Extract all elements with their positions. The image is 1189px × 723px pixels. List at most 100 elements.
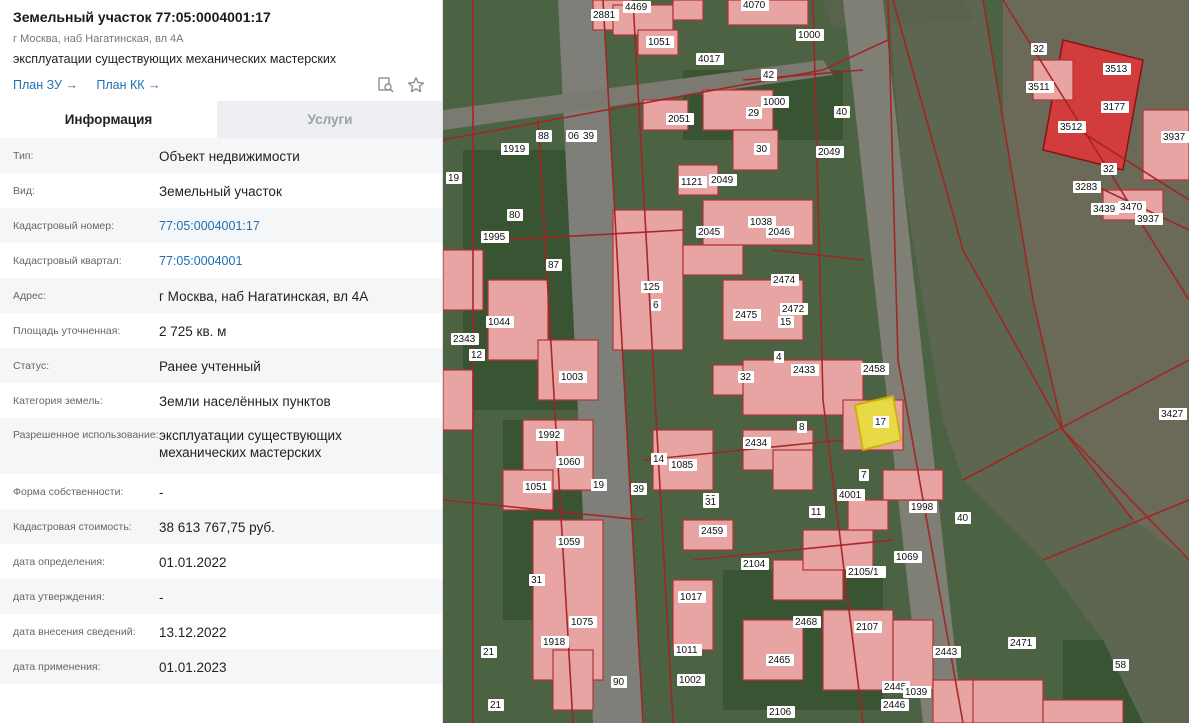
parcel-number-label: 3470 [1120, 202, 1143, 213]
parcel-number-label: 31 [531, 575, 543, 586]
building-parcel [972, 679, 1044, 723]
info-row: Статус: Ранее учтенный [0, 348, 442, 383]
info-row: дата применения: 01.01.2023 [0, 649, 442, 684]
info-row-value: 2 725 кв. м [159, 324, 227, 339]
plan-links: План ЗУ → План КК → [13, 76, 429, 94]
parcel-number-label: 1002 [679, 675, 702, 686]
parcel-number-label: 2471 [1010, 638, 1033, 649]
parcel-number-label: 6 [653, 300, 659, 311]
parcel-number-label: 14 [653, 454, 665, 465]
parcel-number-label: 90 [613, 677, 625, 688]
info-row: Разрешенное использование: эксплуатации с… [0, 418, 442, 474]
parcel-number-label: 1998 [911, 502, 934, 513]
info-row-value: 01.01.2023 [159, 660, 227, 675]
parcel-number-label: 2045 [698, 227, 721, 238]
info-row-link[interactable]: 77:05:0004001:17 [159, 218, 429, 235]
building-parcel [847, 499, 889, 531]
parcel-number-label: 1003 [561, 372, 584, 383]
parcel-number-label: 2443 [935, 647, 958, 658]
parcel-number-label: 3177 [1103, 102, 1126, 113]
parcel-number-label: 4001 [839, 490, 862, 501]
info-row-label: Тип: [13, 150, 34, 162]
tab-info[interactable]: Информация [0, 101, 217, 138]
info-row-label: Кадастровая стоимость: [13, 521, 132, 533]
page-title: Земельный участок 77:05:0004001:17 [13, 9, 271, 25]
info-row-label: Кадастровый номер: [13, 220, 115, 232]
parcel-number-label: 1051 [648, 37, 671, 48]
parcel-number-label: 4 [776, 352, 782, 363]
parcel-number-label: 8 [799, 422, 805, 433]
tab-services[interactable]: Услуги [217, 101, 442, 138]
building-parcel [742, 619, 804, 681]
parcel-number-label: 1918 [543, 637, 566, 648]
info-row: дата определения: 01.01.2022 [0, 544, 442, 579]
info-row: Кадастровая стоимость: 38 613 767,75 руб. [0, 509, 442, 544]
parcel-number-label: 87 [548, 260, 560, 271]
parcel-number-label: 4469 [625, 2, 648, 13]
parcel-number-label: 1000 [798, 30, 821, 41]
parcel-number-label: 1992 [538, 430, 561, 441]
info-row-label: Кадастровый квартал: [13, 255, 122, 267]
parcel-number-label: 88 [538, 131, 550, 142]
parcel-number-label: 58 [1115, 660, 1127, 671]
building-parcel [672, 0, 704, 21]
building-parcel [772, 449, 814, 491]
parcel-number-label: 3427 [1161, 409, 1184, 420]
parcel-number-label: 1075 [571, 617, 594, 628]
parcel-number-label: 80 [509, 210, 521, 221]
map-canvas[interactable]: 28814469 40701051100040173235133511317735… [443, 0, 1189, 723]
building-parcel [537, 339, 599, 401]
parcel-number-label: 2343 [453, 334, 476, 345]
parcel-number-label: 3511 [1028, 82, 1050, 93]
info-row-value: - [159, 485, 164, 500]
tab-bar: Информация Услуги [0, 101, 442, 138]
star-icon[interactable] [407, 76, 425, 94]
info-row-label: Вид: [13, 185, 35, 197]
search-on-map-icon[interactable] [377, 76, 395, 94]
info-row: Форма собственности: - [0, 474, 442, 509]
parcel-number-label: 2049 [711, 175, 734, 186]
parcel-number-label: 2465 [768, 655, 791, 666]
address-subtitle: г Москва, наб Нагатинская, вл 4А [13, 33, 184, 45]
parcel-number-label: 1059 [558, 537, 581, 548]
parcel-number-label: 1039 [905, 687, 928, 698]
cadastral-map[interactable]: 2881 4469 4070 1051 1000 4017 32 3513 3511 3177 35… [443, 0, 1189, 723]
plan-kk-link[interactable]: План КК → [96, 78, 160, 92]
parcel-number-label: 1017 [680, 592, 703, 603]
info-row-label: Категория земель: [13, 395, 103, 407]
parcel-number-label: 3512 [1060, 122, 1083, 133]
parcel-number-label: 30 [756, 144, 768, 155]
building-parcel [682, 244, 744, 276]
info-row-value: 01.01.2022 [159, 555, 227, 570]
info-row: Кадастровый квартал: 77:05:0004001 [0, 243, 442, 278]
info-row-label: Адрес: [13, 290, 46, 302]
building-parcel [882, 469, 944, 501]
info-row: Вид: Земельный участок [0, 173, 442, 208]
parcel-number-label: 1085 [671, 460, 694, 471]
parcel-number-label: 2468 [795, 617, 818, 628]
parcel-number-label: 11 [811, 507, 822, 518]
parcel-number-label: 32 [1103, 164, 1115, 175]
parcel-number-label: 40 [836, 107, 848, 118]
info-row-label: Форма собственности: [13, 486, 124, 498]
parcel-number-label: 06 [568, 131, 580, 142]
parcel-number-label: 2046 [768, 227, 791, 238]
building-parcel [443, 369, 474, 431]
parcel-number-label: 2433 [793, 365, 816, 376]
plan-zu-link[interactable]: План ЗУ → [13, 78, 78, 92]
parcel-number-label: 2458 [863, 364, 886, 375]
usage-subtitle: эксплуатации существующих механических м… [13, 52, 337, 66]
parcel-number-label: 31 [705, 497, 717, 508]
info-row-value: г Москва, наб Нагатинская, вл 4А [159, 289, 369, 304]
parcel-number-label: 2049 [818, 147, 841, 158]
building-parcel [892, 619, 934, 691]
info-row-value: Ранее учтенный [159, 359, 261, 374]
info-row: Адрес: г Москва, наб Нагатинская, вл 4А [0, 278, 442, 313]
info-row-value: - [159, 590, 164, 605]
parcel-number-label: 2106 [769, 707, 792, 718]
info-row: дата внесения сведений: 13.12.2022 [0, 614, 442, 649]
info-row-link[interactable]: 77:05:0004001 [159, 253, 429, 270]
parcel-number-label: 21 [483, 647, 495, 658]
parcel-number-label: 15 [780, 317, 792, 328]
parcel-number-label: 39 [583, 131, 595, 142]
